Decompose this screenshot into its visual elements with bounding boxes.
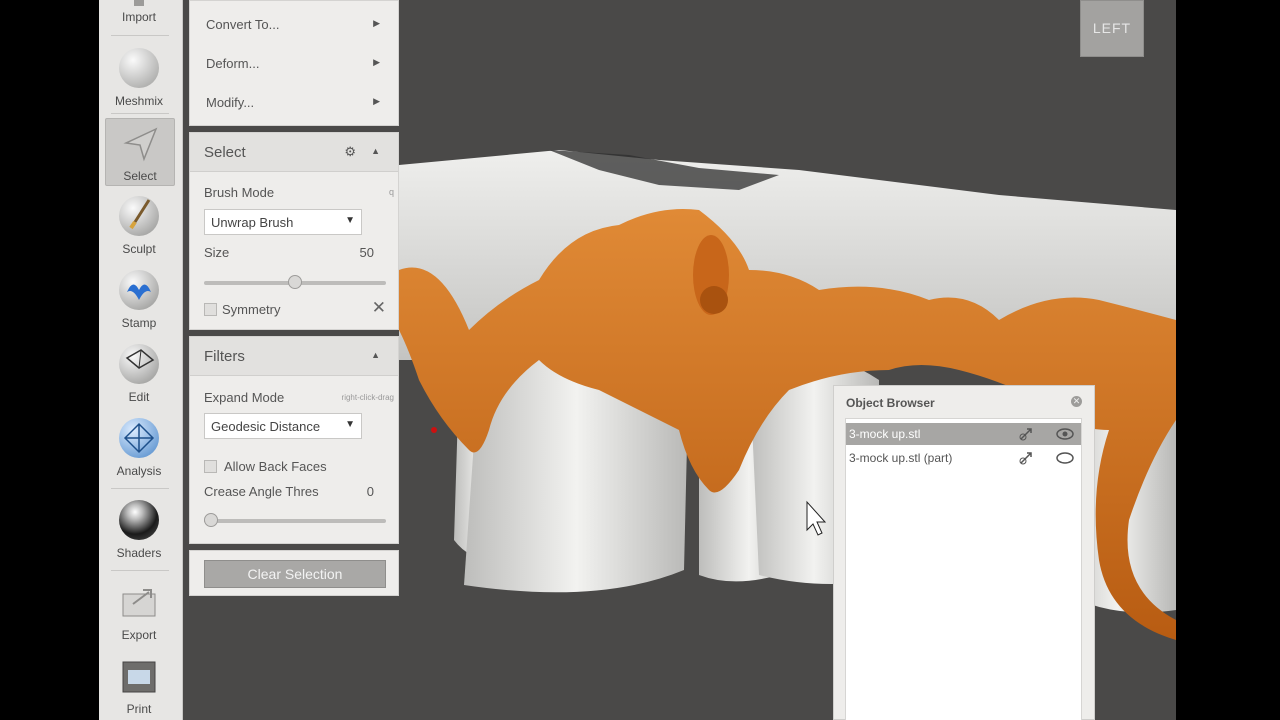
clear-selection-button[interactable]: Clear Selection bbox=[204, 560, 386, 588]
toolbar-divider bbox=[111, 570, 169, 571]
brush-mode-dropdown[interactable]: Unwrap Brush ▼ bbox=[204, 209, 362, 235]
menu-item-deform[interactable]: Deform... bbox=[206, 56, 259, 71]
submenu-arrow-icon: ▶ bbox=[373, 18, 380, 28]
filters-panel-header[interactable]: Filters ▲ bbox=[190, 337, 398, 376]
brush-mode-label: Brush Mode bbox=[204, 185, 275, 200]
print-label: Print bbox=[126, 702, 152, 716]
export-button[interactable]: Export bbox=[105, 578, 173, 644]
toolbar-divider bbox=[111, 488, 169, 489]
transform-icon[interactable] bbox=[1018, 450, 1034, 466]
object-list: 3-mock up.stl 3-mock up.stl (part) bbox=[845, 418, 1082, 720]
symmetry-label: Symmetry bbox=[222, 302, 281, 317]
menu-item-convert-to[interactable]: Convert To... bbox=[206, 17, 279, 32]
select-button[interactable]: Select bbox=[105, 118, 175, 186]
object-row[interactable]: 3-mock up.stl bbox=[846, 423, 1081, 445]
expand-mode-value: Geodesic Distance bbox=[211, 419, 321, 434]
stamp-icon bbox=[119, 270, 159, 310]
object-name: 3-mock up.stl (part) bbox=[849, 451, 953, 465]
sculpt-brush-icon bbox=[119, 196, 159, 236]
chevron-down-icon: ▼ bbox=[345, 419, 355, 430]
menu-item-modify[interactable]: Modify... bbox=[206, 95, 254, 110]
gear-icon[interactable]: ⚙ bbox=[344, 144, 356, 160]
symmetry-tools-icon[interactable]: ✕ bbox=[372, 298, 386, 318]
submenu-arrow-icon: ▶ bbox=[373, 57, 380, 67]
print-icon bbox=[122, 661, 156, 693]
edit-button[interactable]: Edit bbox=[105, 340, 173, 406]
object-row[interactable]: 3-mock up.stl (part) bbox=[846, 447, 1081, 469]
analysis-label: Analysis bbox=[116, 464, 162, 478]
select-panel-header[interactable]: Select ⚙ ▲ bbox=[190, 133, 398, 172]
shaders-sphere-icon bbox=[119, 500, 159, 540]
clear-selection-panel: Clear Selection bbox=[189, 550, 399, 596]
stamp-button[interactable]: Stamp bbox=[105, 266, 173, 332]
crease-angle-value: 0 bbox=[366, 484, 374, 499]
sculpt-button[interactable]: Sculpt bbox=[105, 192, 173, 258]
crease-angle-slider[interactable] bbox=[204, 513, 386, 527]
transform-icon[interactable] bbox=[1018, 426, 1034, 442]
object-browser-panel: Object Browser ✕ 3-mock up.stl 3-mock up… bbox=[833, 385, 1095, 720]
size-value: 50 bbox=[359, 245, 374, 260]
collapse-arrow-icon[interactable]: ▲ bbox=[371, 146, 380, 156]
expand-mode-dropdown[interactable]: Geodesic Distance ▼ bbox=[204, 413, 362, 439]
meshmix-icon bbox=[119, 48, 159, 88]
select-arrow-icon bbox=[123, 127, 158, 162]
expand-mode-label: Expand Mode bbox=[204, 390, 285, 405]
toolbar-divider bbox=[111, 35, 169, 36]
size-label: Size bbox=[204, 245, 230, 260]
import-label: Import bbox=[121, 10, 156, 24]
crease-angle-label: Crease Angle Thres bbox=[204, 484, 319, 499]
edit-label: Edit bbox=[128, 390, 150, 404]
allow-back-faces-label: Allow Back Faces bbox=[224, 459, 327, 474]
app-window: LEFT Import Meshmix Select Sculpt Stamp … bbox=[99, 0, 1176, 720]
export-icon bbox=[122, 589, 156, 617]
stamp-label: Stamp bbox=[121, 316, 157, 330]
edit-menu-panel: Convert To... ▶ Deform... ▶ Modify... ▶ bbox=[189, 0, 399, 126]
symmetry-checkbox[interactable] bbox=[204, 303, 217, 316]
export-label: Export bbox=[121, 628, 157, 642]
analysis-button[interactable]: Analysis bbox=[105, 414, 173, 480]
size-slider[interactable] bbox=[204, 275, 386, 289]
filters-panel: Filters ▲ Expand Mode right-click-drag G… bbox=[189, 336, 399, 544]
select-panel-title: Select bbox=[204, 144, 246, 161]
main-toolbar: Import Meshmix Select Sculpt Stamp Edit … bbox=[99, 0, 183, 720]
analysis-icon bbox=[119, 418, 159, 458]
visibility-eye-icon[interactable] bbox=[1056, 426, 1074, 442]
submenu-arrow-icon: ▶ bbox=[373, 96, 380, 106]
object-browser-title: Object Browser bbox=[846, 396, 935, 410]
shaders-label: Shaders bbox=[116, 546, 162, 560]
edit-icon bbox=[119, 344, 159, 384]
import-button[interactable]: Import bbox=[105, 0, 173, 26]
shaders-button[interactable]: Shaders bbox=[105, 496, 173, 562]
meshmix-button[interactable]: Meshmix bbox=[105, 44, 173, 110]
visibility-eye-icon[interactable] bbox=[1056, 450, 1074, 466]
print-button[interactable]: Print bbox=[105, 652, 173, 718]
filters-panel-title: Filters bbox=[204, 348, 245, 365]
object-name: 3-mock up.stl bbox=[849, 427, 921, 441]
select-label: Select bbox=[123, 169, 157, 183]
crease-angle-slider-handle[interactable] bbox=[204, 513, 218, 527]
chevron-down-icon: ▼ bbox=[345, 215, 355, 226]
meshmix-label: Meshmix bbox=[114, 94, 163, 108]
import-icon bbox=[134, 0, 144, 6]
select-panel: Select ⚙ ▲ Brush Mode q Unwrap Brush ▼ S… bbox=[189, 132, 399, 330]
collapse-arrow-icon[interactable]: ▲ bbox=[371, 350, 380, 360]
brush-mode-hotkey: q bbox=[388, 187, 394, 197]
toolbar-divider bbox=[111, 113, 169, 114]
sculpt-label: Sculpt bbox=[122, 242, 156, 256]
brush-mode-value: Unwrap Brush bbox=[211, 215, 294, 230]
allow-back-faces-checkbox[interactable] bbox=[204, 460, 217, 473]
size-slider-handle[interactable] bbox=[288, 275, 302, 289]
expand-mode-hint: right-click-drag bbox=[341, 393, 394, 402]
close-icon[interactable]: ✕ bbox=[1071, 396, 1082, 407]
viewcube-left[interactable]: LEFT bbox=[1080, 0, 1144, 57]
